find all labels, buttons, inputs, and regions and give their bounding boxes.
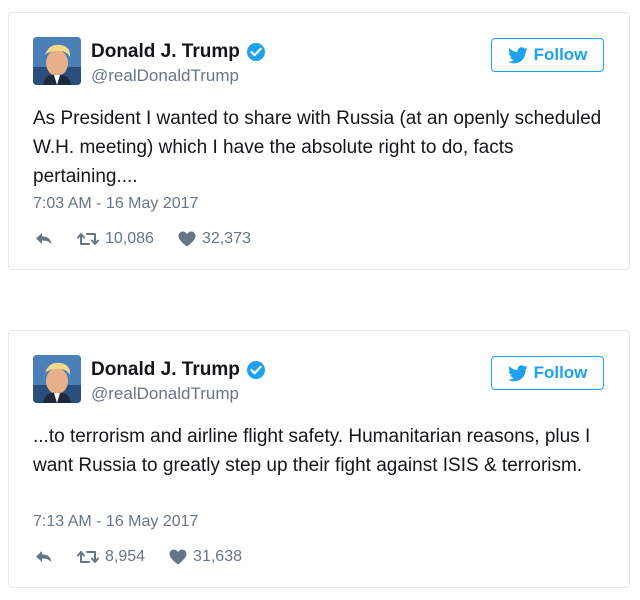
retweet-count: 8,954: [105, 548, 146, 565]
retweet-button[interactable]: 10,086: [77, 229, 154, 249]
retweet-count: 10,086: [105, 230, 154, 247]
tweet-actions: 8,954 31,638: [35, 547, 242, 567]
author-handle[interactable]: @realDonaldTrump: [91, 384, 239, 404]
reply-button[interactable]: [35, 232, 53, 246]
tweet-card: Donald J. Trump @realDonaldTrump Follow …: [8, 330, 630, 588]
verified-badge-icon: [246, 42, 266, 62]
reply-button[interactable]: [35, 550, 53, 564]
retweet-button[interactable]: 8,954: [77, 547, 145, 567]
like-count: 32,373: [201, 230, 251, 247]
like-button[interactable]: 32,373: [178, 229, 251, 249]
retweet-icon: [77, 551, 99, 563]
tweet-card: Donald J. Trump @realDonaldTrump Follow …: [8, 12, 630, 270]
reply-icon: [36, 233, 52, 244]
author-name[interactable]: Donald J. Trump: [91, 41, 240, 63]
timestamp[interactable]: 7:13 AM - 16 May 2017: [33, 512, 198, 532]
author-name[interactable]: Donald J. Trump: [91, 359, 240, 381]
like-button[interactable]: 31,638: [169, 547, 242, 567]
retweet-icon: [77, 233, 99, 245]
reply-icon: [36, 551, 52, 562]
avatar[interactable]: [33, 37, 81, 85]
tweet-text: ...to terrorism and airline flight safet…: [33, 426, 591, 476]
tweet-text: As President I wanted to share with Russ…: [33, 108, 602, 187]
follow-label: Follow: [533, 363, 588, 382]
follow-label: Follow: [533, 45, 588, 64]
tweet-actions: 10,086 32,373: [35, 229, 251, 249]
verified-badge-icon: [246, 360, 266, 380]
like-count: 31,638: [193, 548, 242, 565]
follow-button[interactable]: Follow: [491, 38, 604, 72]
author-handle[interactable]: @realDonaldTrump: [91, 66, 239, 86]
heart-icon: [178, 231, 196, 247]
follow-button[interactable]: Follow: [491, 356, 604, 390]
bird-icon: [507, 46, 528, 63]
timestamp[interactable]: 7:03 AM - 16 May 2017: [33, 194, 198, 214]
heart-icon: [169, 549, 187, 565]
bird-icon: [507, 364, 528, 381]
avatar[interactable]: [33, 355, 81, 403]
